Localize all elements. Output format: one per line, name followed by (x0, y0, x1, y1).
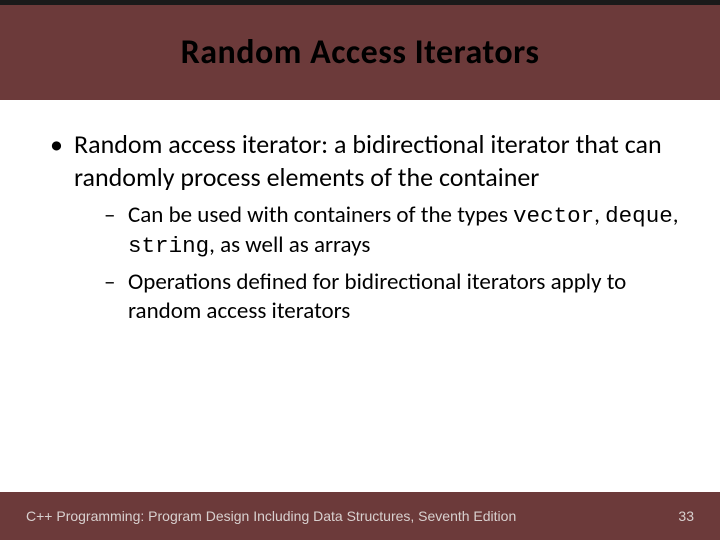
sub-bullet-1: Can be used with containers of the types… (108, 201, 684, 262)
footer-bar: C++ Programming: Program Design Includin… (0, 492, 720, 540)
bullet-list-level2: Can be used with containers of the types… (74, 201, 684, 327)
code-deque: deque (605, 203, 673, 229)
sub-bullet-1-post: , as well as arrays (209, 231, 370, 259)
sub-bullet-1-mid1: , (594, 201, 605, 229)
sub-bullet-2-text: Operations defined for bidirectional ite… (128, 268, 626, 326)
sub-bullet-1-pre: Can be used with containers of the types (128, 201, 513, 229)
title-bar: Random Access Iterators (0, 0, 720, 100)
slide-title: Random Access Iterators (181, 32, 540, 73)
bullet-item-1-text: Random access iterator: a bidirectional … (74, 128, 662, 193)
sub-bullet-2: Operations defined for bidirectional ite… (108, 268, 684, 328)
footer-book-title: C++ Programming: Program Design Includin… (26, 508, 516, 524)
footer-page-number: 33 (678, 508, 694, 524)
bullet-list-level1: Random access iterator: a bidirectional … (36, 128, 684, 327)
bullet-item-1: Random access iterator: a bidirectional … (56, 128, 684, 327)
sub-bullet-1-mid2: , (673, 201, 679, 229)
code-string: string (128, 233, 209, 259)
code-vector: vector (513, 203, 594, 229)
body-content: Random access iterator: a bidirectional … (0, 100, 720, 327)
